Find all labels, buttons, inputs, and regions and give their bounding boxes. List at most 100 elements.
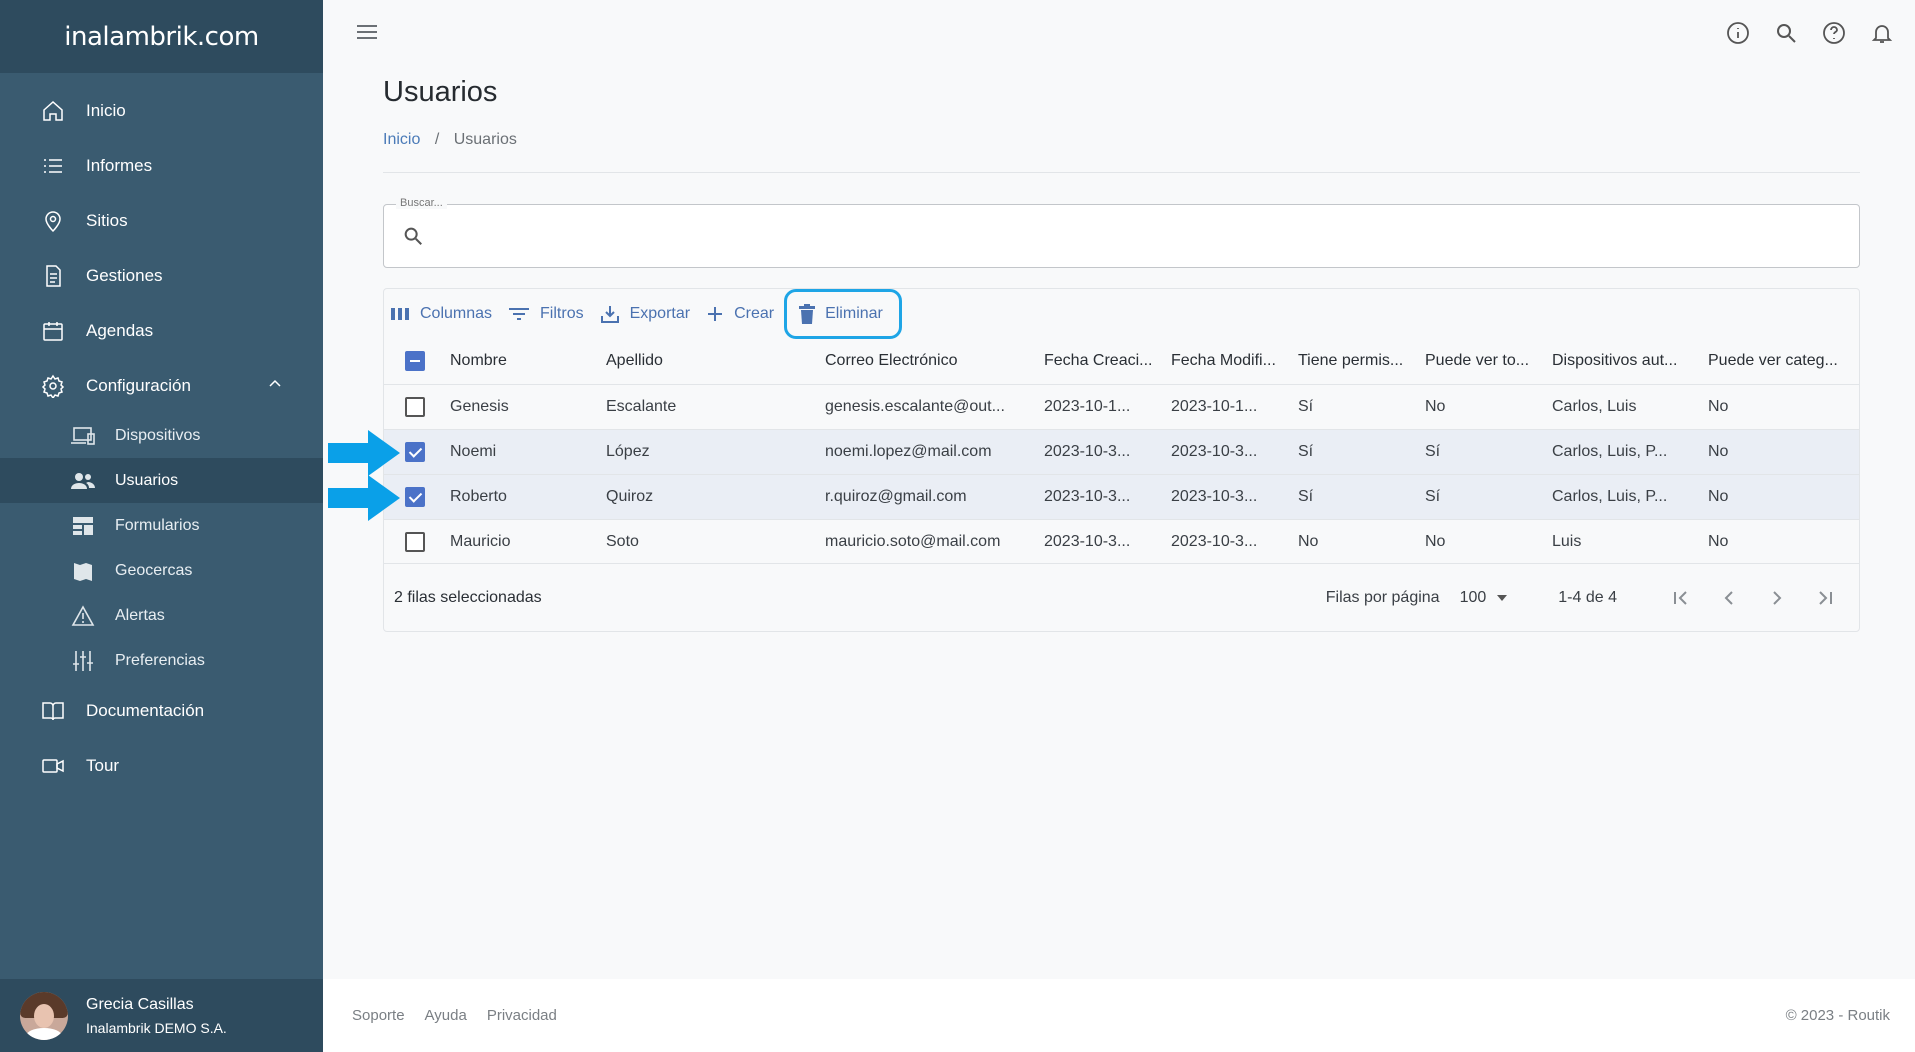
- users-grid: Columnas Filtros Exportar Crear Eliminar: [383, 288, 1860, 632]
- sidebar-item-label: Inicio: [86, 100, 126, 120]
- export-button[interactable]: Exportar: [600, 296, 690, 332]
- filters-button[interactable]: Filtros: [508, 296, 584, 332]
- page-title: Usuarios: [383, 76, 498, 108]
- table-cell: Sí: [1421, 428, 1548, 474]
- sidebar-item-label: Configuración: [86, 375, 191, 395]
- sidebar-item-label: Alertas: [115, 606, 165, 624]
- table-cell: Noemi: [446, 428, 602, 474]
- sidebar-item-documentacion[interactable]: Documentación: [0, 683, 323, 738]
- selected-count: 2 filas seleccionadas: [394, 588, 542, 606]
- row-select-cell: [384, 383, 446, 429]
- table-cell: Sí: [1294, 473, 1421, 519]
- footer-link-privacidad[interactable]: Privacidad: [487, 1007, 557, 1024]
- table-cell: mauricio.soto@mail.com: [821, 518, 1040, 564]
- arrow-annotation-icon: [328, 430, 400, 476]
- column-header[interactable]: Fecha Modifi...: [1167, 339, 1294, 384]
- logo-text: inalambrik.com: [64, 21, 259, 52]
- row-checkbox[interactable]: [405, 531, 425, 552]
- select-all-checkbox[interactable]: [405, 351, 425, 372]
- table-row[interactable]: Genesis Escalante genesis.escalante@out.…: [384, 383, 1859, 429]
- row-checkbox[interactable]: [405, 396, 425, 417]
- map-icon: [70, 559, 96, 583]
- rows-per-page-select[interactable]: 100: [1460, 589, 1509, 607]
- table-cell: Mauricio: [446, 518, 602, 564]
- sidebar-subitem-geocercas[interactable]: Geocercas: [0, 548, 323, 593]
- search-icon[interactable]: [1773, 20, 1799, 46]
- search-field[interactable]: Buscar...: [383, 197, 1860, 268]
- column-header[interactable]: Puede ver categ...: [1704, 339, 1859, 384]
- sidebar-item-label: Dispositivos: [115, 426, 201, 444]
- sidebar-item-informes[interactable]: Informes: [0, 138, 323, 193]
- copyright: © 2023 - Routik: [1785, 1007, 1890, 1024]
- footer-link-ayuda[interactable]: Ayuda: [425, 1007, 467, 1024]
- prev-page-icon[interactable]: [1705, 588, 1753, 608]
- sidebar-item-tour[interactable]: Tour: [0, 738, 323, 793]
- row-checkbox[interactable]: [405, 486, 425, 507]
- bell-icon[interactable]: [1869, 20, 1895, 46]
- plus-icon: [706, 305, 724, 323]
- first-page-icon[interactable]: [1657, 588, 1705, 608]
- table-cell: genesis.escalante@out...: [821, 383, 1040, 429]
- page-footer: Soporte Ayuda Privacidad © 2023 - Routik: [323, 979, 1915, 1052]
- rows-per-page-value: 100: [1459, 589, 1487, 606]
- column-header[interactable]: Correo Electrónico: [821, 339, 1040, 384]
- download-icon: [600, 304, 620, 324]
- chevron-up-icon[interactable]: [267, 376, 283, 397]
- row-checkbox[interactable]: [405, 441, 425, 462]
- last-page-icon[interactable]: [1801, 588, 1849, 608]
- sidebar-item-sitios[interactable]: Sitios: [0, 193, 323, 248]
- table-row[interactable]: Mauricio Soto mauricio.soto@mail.com 202…: [384, 518, 1859, 564]
- column-header[interactable]: Tiene permis...: [1294, 339, 1421, 384]
- column-header[interactable]: Puede ver to...: [1421, 339, 1548, 384]
- calendar-icon: [40, 318, 66, 344]
- sidebar-item-configuracion[interactable]: Configuración: [0, 358, 323, 413]
- user-profile[interactable]: Grecia Casillas Inalambrik DEMO S.A.: [0, 979, 323, 1052]
- sidebar-subitem-formularios[interactable]: Formularios: [0, 503, 323, 548]
- table-cell: Sí: [1294, 428, 1421, 474]
- table-cell: No: [1704, 473, 1859, 519]
- table-cell: Quiroz: [602, 473, 821, 519]
- help-icon[interactable]: [1821, 20, 1847, 46]
- sidebar-subitem-preferencias[interactable]: Preferencias: [0, 638, 323, 683]
- logo[interactable]: inalambrik.com: [64, 21, 259, 52]
- topbar: [323, 0, 1915, 64]
- next-page-icon[interactable]: [1753, 588, 1801, 608]
- table-cell: Carlos, Luis, P...: [1548, 473, 1704, 519]
- breadcrumb-current: Usuarios: [453, 131, 517, 148]
- sidebar-item-agendas[interactable]: Agendas: [0, 303, 323, 358]
- info-icon[interactable]: [1725, 20, 1751, 46]
- sidebar-item-inicio[interactable]: Inicio: [0, 83, 323, 138]
- sidebar-item-label: Gestiones: [86, 265, 163, 285]
- delete-button[interactable]: Eliminar: [784, 289, 902, 339]
- menu-icon[interactable]: [355, 22, 379, 47]
- column-header[interactable]: Fecha Creaci...: [1040, 339, 1167, 384]
- sidebar-subitem-usuarios[interactable]: Usuarios: [0, 458, 323, 503]
- column-header[interactable]: Dispositivos aut...: [1548, 339, 1704, 384]
- table-cell: Carlos, Luis: [1548, 383, 1704, 429]
- table-cell: 2023-10-3...: [1040, 518, 1167, 564]
- devices-icon: [70, 424, 96, 448]
- sidebar-item-label: Sitios: [86, 210, 128, 230]
- column-header[interactable]: Apellido: [602, 339, 821, 384]
- create-button[interactable]: Crear: [706, 296, 774, 332]
- table-cell: 2023-10-1...: [1040, 383, 1167, 429]
- users-icon: [70, 469, 96, 493]
- delete-label: Eliminar: [825, 305, 883, 322]
- columns-button[interactable]: Columnas: [390, 296, 492, 332]
- footer-link-soporte[interactable]: Soporte: [352, 1007, 405, 1024]
- top-icons: [1725, 20, 1895, 46]
- table-cell: No: [1704, 428, 1859, 474]
- column-header[interactable]: Nombre: [446, 339, 602, 384]
- table-row[interactable]: Roberto Quiroz r.quiroz@gmail.com 2023-1…: [384, 473, 1859, 519]
- table-row[interactable]: Noemi López noemi.lopez@mail.com 2023-10…: [384, 428, 1859, 474]
- row-select-cell: [384, 518, 446, 564]
- table-cell: Sí: [1421, 473, 1548, 519]
- sidebar-subitem-dispositivos[interactable]: Dispositivos: [0, 413, 323, 458]
- sidebar-item-gestiones[interactable]: Gestiones: [0, 248, 323, 303]
- table-cell: Luis: [1548, 518, 1704, 564]
- table-cell: 2023-10-1...: [1167, 383, 1294, 429]
- sidebar-subitem-alertas[interactable]: Alertas: [0, 593, 323, 638]
- location-pin-icon: [40, 208, 66, 234]
- breadcrumb-home[interactable]: Inicio: [383, 131, 420, 148]
- search-input[interactable]: [436, 219, 1816, 255]
